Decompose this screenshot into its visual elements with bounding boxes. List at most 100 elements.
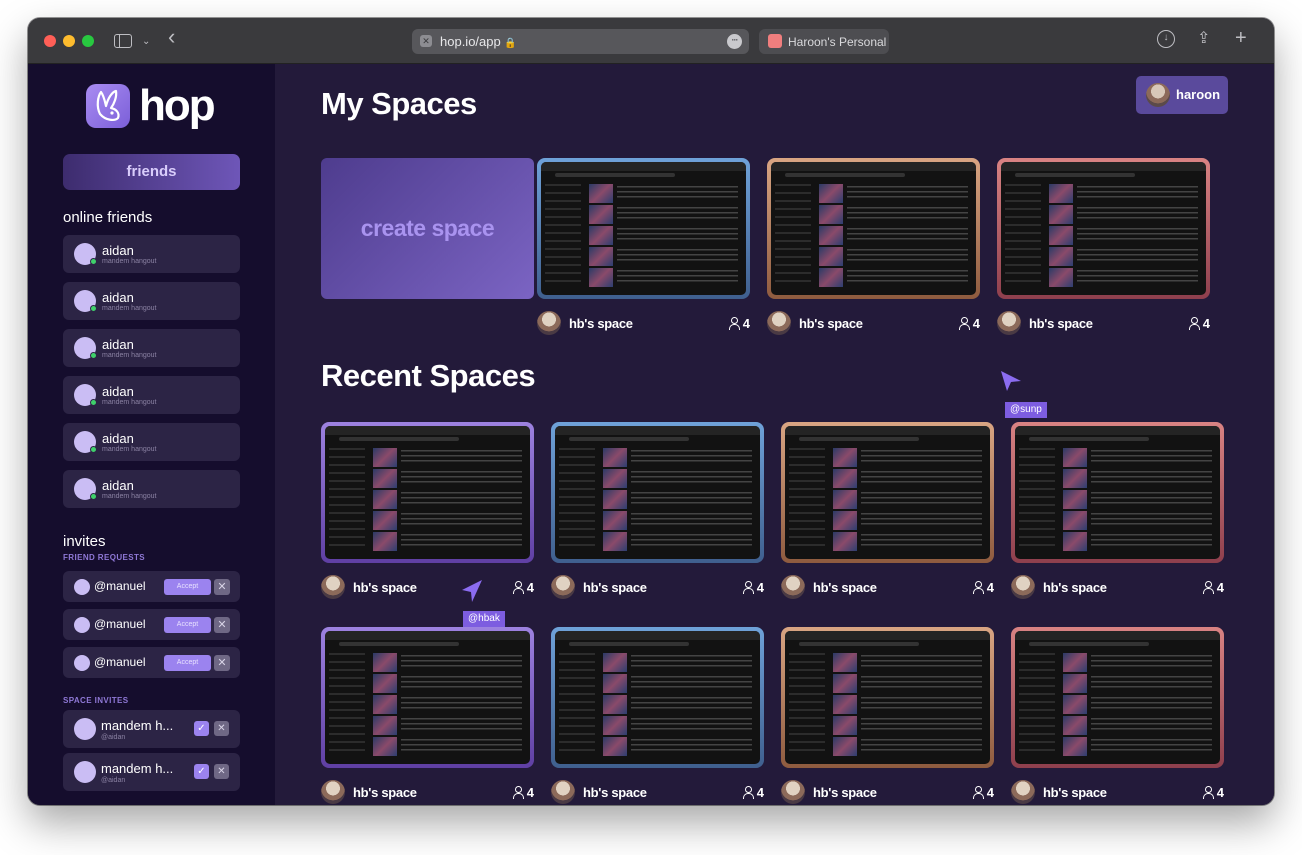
video-title-lines (1077, 228, 1198, 243)
preview-toolbar (555, 426, 760, 435)
video-title-lines (631, 697, 752, 712)
space-screen-preview (1015, 426, 1220, 559)
video-thumbnail (603, 469, 627, 488)
video-thumbnail (833, 511, 857, 530)
address-bar[interactable]: ✕ hop.io/app 🔒 ··· (412, 29, 749, 54)
space-card[interactable] (781, 422, 994, 563)
avatar (74, 617, 90, 633)
space-footer: hb's space 4 (997, 311, 1210, 335)
video-thumbnail (373, 716, 397, 735)
avatar (1011, 575, 1035, 599)
member-count: 4 (1188, 316, 1210, 331)
decline-icon[interactable]: ✕ (214, 579, 230, 595)
friend-card[interactable]: aidan mandem hangout (63, 376, 240, 414)
space-card[interactable] (997, 158, 1210, 299)
video-title-lines (401, 718, 522, 733)
video-thumbnail (603, 448, 627, 467)
zoom-window-button[interactable] (82, 35, 94, 47)
friend-status: mandem hangout (102, 493, 157, 500)
profile-tab[interactable]: Haroon's Personal (759, 29, 889, 54)
video-title-lines (861, 718, 982, 733)
space-card[interactable] (767, 158, 980, 299)
share-icon[interactable]: ⇪ (1197, 28, 1210, 50)
video-thumbnail (373, 490, 397, 509)
screen-video-row (833, 653, 982, 672)
accept-button[interactable]: Accept (164, 579, 211, 595)
video-thumbnail (373, 674, 397, 693)
sidebar-toggle-icon[interactable] (114, 34, 132, 48)
space-card[interactable] (537, 158, 750, 299)
decline-icon[interactable]: ✕ (214, 617, 230, 633)
decline-icon[interactable]: ✕ (214, 764, 229, 779)
person-icon (972, 786, 984, 799)
friend-card[interactable]: aidan mandem hangout (63, 329, 240, 367)
video-thumbnail (373, 448, 397, 467)
back-icon[interactable]: ‹ (168, 26, 175, 48)
screen-video-row (1063, 737, 1212, 756)
accept-button[interactable]: Accept (164, 617, 211, 633)
video-title-lines (401, 534, 522, 549)
video-title-lines (861, 450, 982, 465)
space-card[interactable] (321, 422, 534, 563)
invite-space-name: mandem h... (101, 761, 174, 776)
space-card[interactable] (781, 627, 994, 768)
decline-icon[interactable]: ✕ (214, 655, 230, 671)
screen-video-row (589, 205, 738, 224)
close-window-button[interactable] (44, 35, 56, 47)
screen-video-row (1063, 716, 1212, 735)
video-title-lines (631, 739, 752, 754)
video-thumbnail (819, 226, 843, 245)
space-card[interactable] (1011, 422, 1224, 563)
friends-button[interactable]: friends (63, 154, 240, 190)
lock-icon: 🔒 (504, 38, 517, 49)
member-count: 4 (958, 316, 980, 331)
user-menu-button[interactable]: haroon (1136, 76, 1228, 114)
space-card[interactable] (321, 627, 534, 768)
friend-card[interactable]: aidan mandem hangout (63, 235, 240, 273)
preview-url-bar (1015, 173, 1135, 177)
chevron-down-icon[interactable]: ⌄ (142, 31, 150, 53)
space-screen-preview (1015, 631, 1220, 764)
download-icon[interactable]: ↓ (1157, 30, 1175, 48)
screen-video-row (1063, 469, 1212, 488)
video-thumbnail (603, 511, 627, 530)
accept-check-icon[interactable]: ✓ (194, 764, 209, 779)
minimize-window-button[interactable] (63, 35, 75, 47)
decline-icon[interactable]: ✕ (214, 721, 229, 736)
friend-card[interactable]: aidan mandem hangout (63, 282, 240, 320)
video-title-lines (401, 492, 522, 507)
video-thumbnail (589, 226, 613, 245)
space-card[interactable] (551, 627, 764, 768)
preview-sidebar (775, 184, 811, 284)
request-username: @manuel (94, 617, 146, 631)
friend-card[interactable]: aidan mandem hangout (63, 470, 240, 508)
my-spaces-title: My Spaces (321, 86, 477, 121)
member-count: 4 (1202, 580, 1224, 595)
more-icon[interactable]: ··· (727, 34, 742, 49)
accept-button[interactable]: Accept (164, 655, 211, 671)
video-thumbnail (833, 448, 857, 467)
space-card[interactable] (551, 422, 764, 563)
new-tab-icon[interactable]: + (1235, 27, 1247, 49)
video-thumbnail (1063, 716, 1087, 735)
screen-video-row (603, 674, 752, 693)
video-thumbnail (1049, 184, 1073, 203)
video-title-lines (401, 655, 522, 670)
video-title-lines (401, 450, 522, 465)
create-space-button[interactable]: create space (321, 158, 534, 299)
screen-video-row (833, 490, 982, 509)
screen-video-row (603, 716, 752, 735)
space-card[interactable] (1011, 627, 1224, 768)
screen-video-row (603, 653, 752, 672)
video-thumbnail (603, 695, 627, 714)
space-screen-preview (555, 631, 760, 764)
video-thumbnail (1063, 674, 1087, 693)
cursor-arrow-icon (462, 580, 482, 602)
friend-card[interactable]: aidan mandem hangout (63, 423, 240, 461)
preview-url-bar (555, 173, 675, 177)
accept-check-icon[interactable]: ✓ (194, 721, 209, 736)
online-indicator (90, 446, 97, 453)
member-count: 4 (728, 316, 750, 331)
video-thumbnail (833, 716, 857, 735)
friend-requests-title: FRIEND REQUESTS (63, 553, 146, 562)
